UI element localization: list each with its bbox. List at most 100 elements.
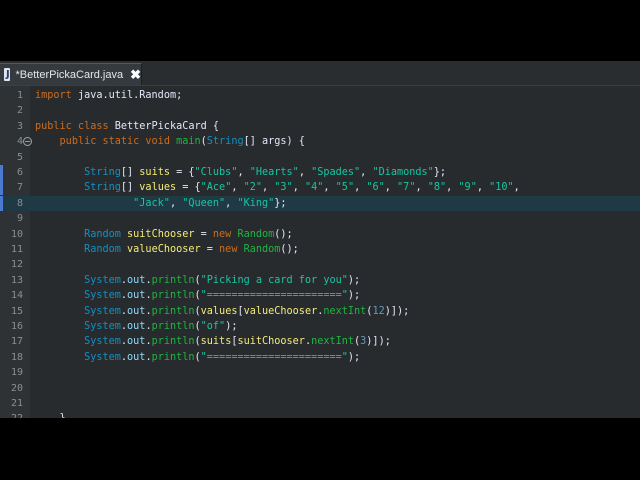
code-token: "======================" (200, 351, 348, 363)
code-token: (); (274, 228, 293, 240)
code-token: "Diamonds" (372, 167, 434, 178)
line-number: 11 (10, 244, 23, 255)
code-token: println (151, 336, 195, 348)
code-token: ); (225, 321, 238, 332)
code-token: out (127, 274, 146, 286)
code-line[interactable]: 14 System.out.println("=================… (0, 288, 640, 303)
code-token: "Hearts" (249, 167, 299, 178)
code-line[interactable]: 2 (0, 103, 640, 118)
code-line[interactable]: 18 System.out.println("=================… (0, 350, 640, 365)
code-token: suits (200, 336, 232, 348)
code-line[interactable]: 9 (0, 211, 640, 226)
tab-betterpickacard[interactable]: J *BetterPickaCard.java ✖ (0, 63, 142, 85)
line-number: 9 (16, 213, 23, 225)
line-number: 14 (10, 290, 23, 302)
line-number: 8 (16, 197, 23, 209)
code-line[interactable]: 5 (0, 150, 640, 165)
code-line[interactable]: 11 Random valueChooser = new Random(); (0, 242, 640, 257)
code-token: java.util.Random; (71, 90, 183, 101)
code-line[interactable]: 16 System.out.println("of"); (0, 319, 640, 334)
code-token: out (127, 305, 146, 317)
code-token: [] (120, 167, 140, 178)
java-file-icon: J (4, 68, 11, 81)
code-token: println (151, 351, 195, 363)
code-line[interactable]: 10 Random suitChooser = new Random(); (0, 227, 640, 242)
code-line[interactable]: 8 "Jack", "Queen", "King"}; (0, 195, 640, 212)
code-token: nextInt (323, 305, 367, 317)
code-editor[interactable]: 1 import java.util.Random; 2 3 public class … (0, 86, 640, 418)
code-token: "10" (489, 182, 514, 194)
code-token: "3" (274, 182, 293, 194)
code-token: System (84, 351, 121, 363)
line-number: 6 (16, 167, 23, 178)
code-token: "Jack" (133, 197, 170, 209)
code-line[interactable]: 22 } (0, 411, 640, 418)
line-number: 15 (10, 305, 23, 317)
code-text: System.out.println(values[valueChooser.n… (35, 304, 409, 319)
code-line[interactable]: 19 (0, 365, 640, 380)
line-number: 3 (16, 120, 23, 132)
code-text: String[] values = {"Ace", "2", "3", "4",… (35, 180, 520, 195)
code-text: Random suitChooser = new Random(); (35, 227, 293, 242)
line-number: 18 (10, 351, 23, 363)
code-line[interactable]: 17 System.out.println(suits[suitChooser.… (0, 334, 640, 349)
code-token: , (354, 182, 367, 194)
code-text: String[] suits = {"Clubs", "Hearts", "Sp… (35, 165, 446, 180)
code-token: "4" (304, 182, 324, 194)
code-token: "King" (237, 197, 275, 209)
code-token: public class (35, 120, 109, 132)
code-token: values (139, 182, 177, 194)
code-token: "2" (243, 182, 263, 194)
line-number: 16 (10, 321, 23, 332)
code-token: out (127, 351, 146, 363)
code-token: nextInt (311, 336, 355, 348)
code-text: System.out.println("====================… (35, 288, 360, 303)
code-token: , (237, 167, 250, 178)
code-token: "Queen" (182, 197, 226, 209)
fold-toggle-icon[interactable]: − (23, 137, 32, 147)
code-token: out (127, 336, 146, 348)
code-token: Random (237, 228, 275, 240)
change-marker (0, 195, 3, 211)
line-number: 10 (10, 228, 23, 240)
line-number: 20 (10, 382, 23, 394)
code-token: main (176, 136, 201, 148)
code-token: 12 (372, 305, 385, 317)
code-token: ); (347, 274, 361, 286)
code-token: , (415, 182, 428, 194)
line-number: 2 (16, 105, 23, 117)
code-token: , (384, 182, 398, 194)
code-token: , (513, 182, 520, 194)
code-line[interactable]: 21 (0, 396, 640, 411)
code-line[interactable]: 13 System.out.println("Picking a card fo… (0, 273, 640, 288)
code-token: , (231, 182, 244, 194)
code-token: println (151, 290, 195, 302)
close-icon[interactable]: ✖ (130, 67, 141, 83)
code-line[interactable]: 1 import java.util.Random; (0, 88, 640, 103)
code-token: [] (120, 182, 140, 194)
code-line[interactable]: 15 System.out.println(values[valueChoose… (0, 304, 640, 319)
code-token: valueChooser (127, 244, 201, 255)
code-token: "Clubs" (194, 167, 238, 178)
code-line[interactable]: 12 (0, 257, 640, 272)
code-line[interactable]: 4− public static void main(String[] args… (0, 134, 640, 149)
code-line[interactable]: 3 public class BetterPickaCard { (0, 119, 640, 134)
code-token: System (84, 274, 121, 286)
code-token: System (84, 305, 121, 317)
code-token: }; (433, 167, 447, 178)
code-token: suits (139, 167, 170, 178)
code-line[interactable]: 7 String[] values = {"Ace", "2", "3", "4… (0, 180, 640, 196)
code-text: Random valueChooser = new Random(); (35, 242, 299, 257)
code-token: , (225, 197, 238, 209)
code-token: println (151, 274, 195, 286)
code-line[interactable]: 6 String[] suits = {"Clubs", "Hearts", "… (0, 165, 640, 180)
line-number: 13 (10, 274, 23, 286)
code-token: System (84, 336, 121, 348)
line-number: 12 (10, 259, 23, 271)
code-line[interactable]: 20 (0, 381, 640, 396)
code-token: , (169, 197, 183, 209)
